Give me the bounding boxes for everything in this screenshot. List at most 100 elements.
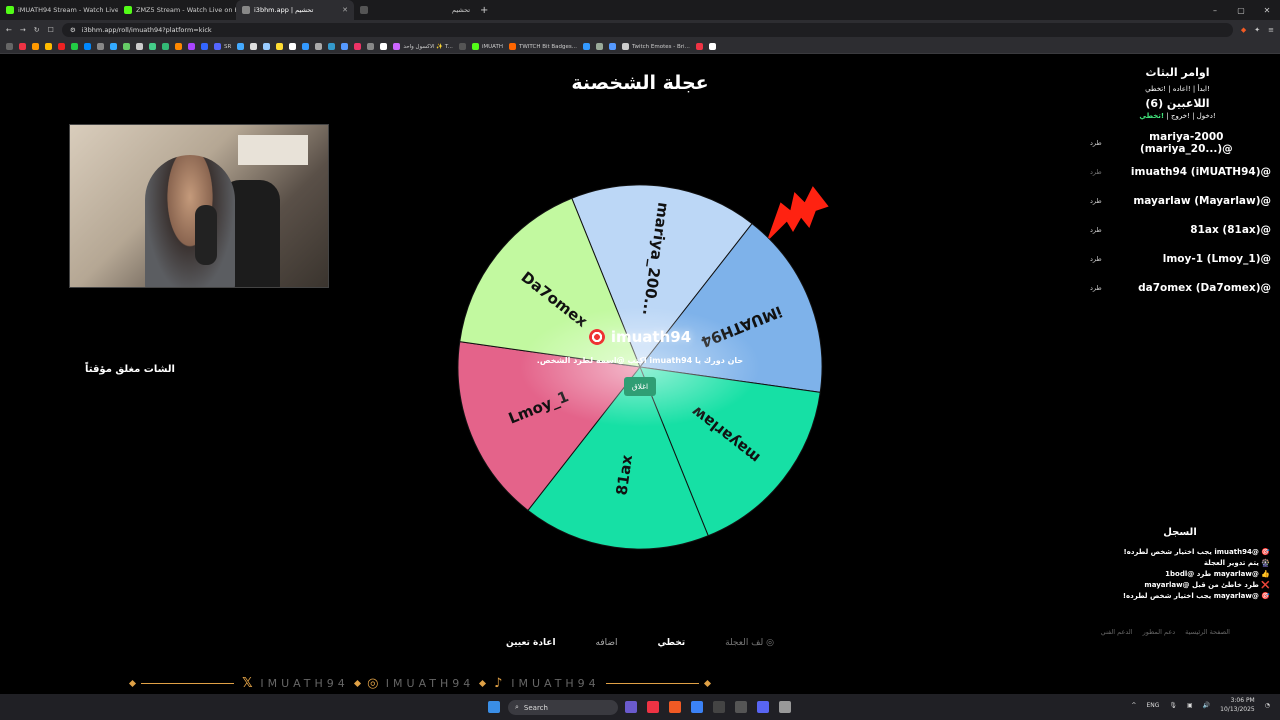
discord-icon[interactable]	[757, 701, 769, 713]
bookmark-item[interactable]	[609, 43, 617, 50]
app-icon[interactable]	[691, 701, 703, 713]
bookmark-item[interactable]	[315, 43, 323, 50]
players-list: طرد mariya-2000 (mariya_20...)@ طرد imua…	[1080, 128, 1275, 302]
site-icon	[360, 6, 368, 14]
bookmark-item[interactable]	[162, 43, 169, 50]
bookmark-item[interactable]	[458, 43, 466, 50]
browser-tab-strip: iMUATH94 Stream - Watch Live o ZMZ5 Stre…	[0, 0, 1280, 20]
tab-i3bhm[interactable]: i3bhm.app | تحشيم ✕	[236, 0, 354, 20]
bookmark-item[interactable]	[596, 43, 604, 50]
menu-icon[interactable]: ≡	[1268, 26, 1274, 34]
bookmark-item[interactable]	[19, 43, 26, 50]
bookmark-item[interactable]	[708, 43, 716, 50]
close-window-icon[interactable]: ✕	[1254, 6, 1280, 15]
bookmark-item[interactable]	[110, 43, 117, 50]
close-button[interactable]: اغلاق	[623, 377, 657, 396]
notifications-icon[interactable]: ◔	[1265, 702, 1270, 709]
bookmark-item[interactable]	[201, 43, 208, 50]
time: 3:06 PM	[1230, 697, 1255, 704]
bookmark-item[interactable]	[583, 43, 591, 50]
bookmark-item[interactable]	[263, 43, 271, 50]
bookmark-item[interactable]	[175, 43, 182, 50]
app-icon[interactable]	[625, 701, 637, 713]
mic-icon[interactable]: 🎙	[1169, 702, 1177, 709]
reload-icon[interactable]: ↻	[34, 26, 40, 34]
bookmark-item[interactable]	[328, 43, 336, 50]
apps-icon[interactable]	[6, 43, 13, 50]
language-indicator[interactable]: ENG	[1146, 702, 1159, 709]
bookmark-item[interactable]	[302, 43, 310, 50]
app-icon[interactable]	[713, 701, 725, 713]
bookmark-item[interactable]	[188, 43, 195, 50]
bookmark-item[interactable]	[97, 43, 104, 50]
volume-icon[interactable]: 🔊	[1203, 702, 1210, 709]
kick-button[interactable]: طرد	[1090, 226, 1102, 234]
app-icon[interactable]	[647, 701, 659, 713]
kick-button[interactable]: طرد	[1090, 168, 1102, 176]
tab-imuath-stream[interactable]: iMUATH94 Stream - Watch Live o	[0, 0, 118, 20]
skip-button[interactable]: تخطي	[651, 636, 691, 650]
bookmark-sr[interactable]: SR	[214, 43, 231, 50]
support-developer-link[interactable]: دعم المطور	[1143, 628, 1176, 636]
windows-start-icon[interactable]	[488, 701, 500, 713]
spin-button[interactable]: لف العجلة ◎	[719, 636, 780, 650]
bookmark-alkasool[interactable]: الاكسول واحد ✨ T...	[393, 43, 453, 50]
diamond-ornament	[479, 679, 487, 687]
tech-support-link[interactable]: الدعم الفني	[1101, 628, 1133, 636]
network-icon[interactable]: ▣	[1187, 702, 1193, 709]
bookmark-item[interactable]	[123, 43, 130, 50]
bookmark-item[interactable]	[276, 43, 284, 50]
home-link[interactable]: الصفحة الرئيسية	[1185, 628, 1230, 636]
bookmark-item[interactable]	[250, 43, 258, 50]
bookmark-item[interactable]	[71, 43, 78, 50]
address-bar[interactable]: ⚙ i3bhm.app/roll/imuath94?platform=kick	[61, 23, 1233, 37]
kick-button[interactable]: طرد	[1090, 284, 1102, 292]
app-icon[interactable]	[735, 701, 747, 713]
add-button[interactable]: اضافه	[590, 636, 624, 650]
bookmark-item[interactable]	[289, 43, 297, 50]
divider-line	[141, 682, 235, 684]
bookmark-item[interactable]	[58, 43, 65, 50]
reset-button[interactable]: اعادة تعيين	[500, 636, 562, 650]
player-name: 81ax (81ax)@	[1190, 223, 1271, 236]
bookmark-item[interactable]	[45, 43, 52, 50]
bookmark-imuath[interactable]: iMUATH	[471, 43, 503, 50]
bookmark-icon[interactable]: ☐	[48, 26, 54, 34]
bookmark-item[interactable]	[695, 43, 703, 50]
clock[interactable]: 3:06 PM 10/13/2025	[1220, 696, 1255, 714]
brave-shield-icon[interactable]: ◆	[1241, 26, 1246, 34]
extensions-icon[interactable]: ✦	[1254, 26, 1260, 34]
bookmark-item[interactable]	[149, 43, 156, 50]
kick-button[interactable]: طرد	[1090, 139, 1102, 147]
bookmark-item[interactable]	[237, 43, 245, 50]
player-name: lmoy-1 (Lmoy_1)@	[1162, 252, 1271, 265]
bookmark-item[interactable]	[367, 43, 375, 50]
maximize-icon[interactable]: ▢	[1228, 6, 1254, 15]
diamond-ornament	[703, 679, 712, 687]
forward-icon[interactable]: →	[20, 26, 26, 34]
close-tab-icon[interactable]: ✕	[342, 6, 348, 14]
bookmark-item[interactable]	[32, 43, 39, 50]
kick-button[interactable]: طرد	[1090, 255, 1102, 263]
streamer-commands: !ابدأ | !اعاده | !تخطي	[1145, 85, 1210, 93]
bookmark-item[interactable]	[341, 43, 349, 50]
brave-icon[interactable]	[669, 701, 681, 713]
bookmark-twitch-badges[interactable]: TWITCH Bit Badges...	[509, 43, 577, 50]
bookmark-item[interactable]	[380, 43, 388, 50]
kick-button[interactable]: طرد	[1090, 197, 1102, 205]
tab-zmz5-stream[interactable]: ZMZ5 Stream - Watch Live on Kick	[118, 0, 236, 20]
taskbar-search[interactable]: ⌕ Search	[508, 700, 618, 715]
site-info-icon[interactable]: ⚙	[70, 26, 76, 34]
settings-icon[interactable]	[779, 701, 791, 713]
bookmark-item[interactable]	[354, 43, 362, 50]
tab-other[interactable]: تحشيم	[354, 0, 474, 20]
back-icon[interactable]: ←	[6, 26, 12, 34]
minimize-icon[interactable]: –	[1202, 6, 1228, 15]
kick-icon	[124, 6, 132, 14]
bookmark-item[interactable]	[84, 43, 91, 50]
bookmark-twitch-emotes[interactable]: Twitch Emotes - Bri...	[622, 43, 690, 50]
site-icon	[242, 6, 250, 14]
new-tab-icon[interactable]: +	[480, 5, 488, 16]
bookmark-item[interactable]	[136, 43, 143, 50]
tray-chevron-icon[interactable]: ^	[1131, 702, 1136, 709]
